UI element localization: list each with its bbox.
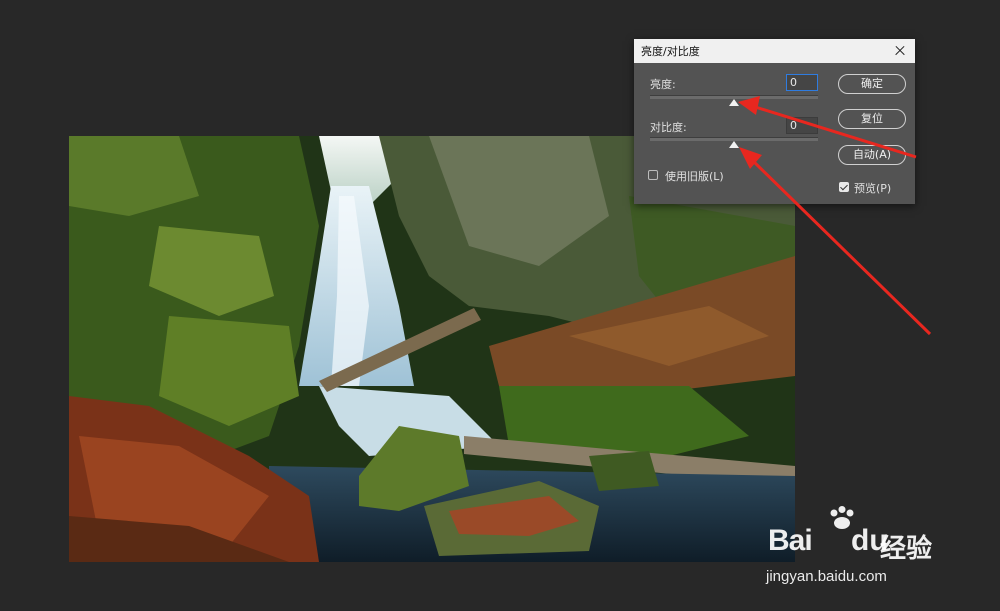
reset-button[interactable]: 复位 [838,109,906,129]
brightness-slider-thumb[interactable] [729,99,739,106]
watermark-logo-bai: Bai [768,524,813,557]
contrast-label: 对比度: [650,121,687,134]
watermark-url: jingyan.baidu.com [766,568,887,585]
contrast-slider-thumb[interactable] [729,141,739,148]
dialog-title: 亮度/对比度 [641,45,700,58]
ok-button[interactable]: 确定 [838,74,906,94]
brightness-contrast-dialog: 亮度/对比度 亮度: 0 对比度: 0 使用旧版(L) 确定 复位 自动(A) … [634,39,915,204]
legacy-checkbox[interactable] [648,170,658,180]
close-icon[interactable] [892,43,908,59]
brightness-label: 亮度: [650,78,676,91]
auto-button[interactable]: 自动(A) [838,145,906,165]
preview-label[interactable]: 预览(P) [854,180,891,196]
dialog-titlebar[interactable]: 亮度/对比度 [634,39,915,63]
watermark-logo-jingyan: 经验 [880,534,933,564]
contrast-input[interactable]: 0 [786,117,818,134]
brightness-input[interactable]: 0 [786,74,818,91]
preview-checkbox[interactable] [839,182,849,192]
legacy-label[interactable]: 使用旧版(L) [665,168,724,184]
